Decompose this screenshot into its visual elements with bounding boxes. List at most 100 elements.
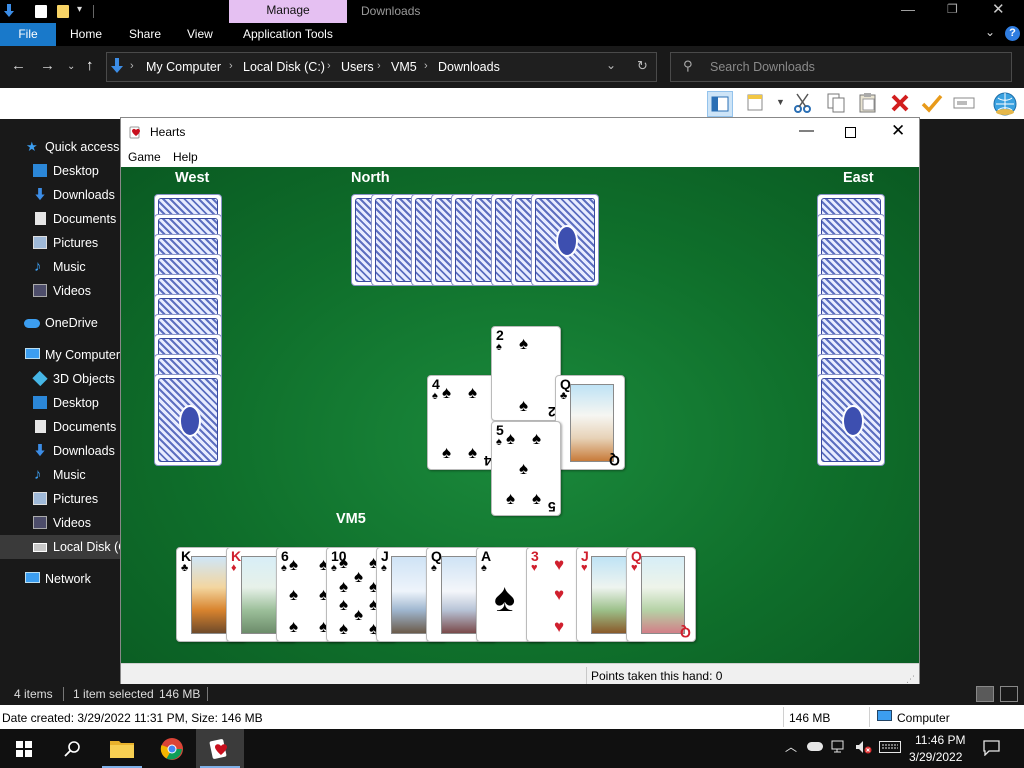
globe-icon[interactable] [992,91,1018,117]
menu-help[interactable]: Help [173,150,198,164]
document-icon [35,212,46,225]
nav-music[interactable]: ♪ Music [0,255,120,279]
nav-videos[interactable]: Videos [0,279,120,303]
nav-videos-2[interactable]: Videos [0,511,120,535]
nav-label: Music [53,468,86,482]
breadcrumb-separator-icon[interactable]: › [424,60,428,72]
breadcrumb-separator-icon[interactable]: › [377,60,381,72]
details-view-icon[interactable] [976,686,994,702]
breadcrumb-separator-icon[interactable]: › [327,60,331,72]
recent-locations-icon[interactable]: ⌄ [67,61,75,72]
hearts-close-icon[interactable]: ✕ [891,121,905,141]
hearts-taskbar-button[interactable] [196,729,244,768]
nav-downloads[interactable]: Downloads [0,183,120,207]
points-status: Points taken this hand: 0 [591,669,723,683]
breadcrumb-local-disk[interactable]: Local Disk (C:) [243,60,325,74]
tab-share[interactable]: Share [129,23,161,46]
nav-my-computer[interactable]: My Computer [0,343,120,367]
file-list-background [919,119,1024,684]
forward-arrow-icon[interactable]: → [40,57,55,74]
new-folder-icon[interactable] [57,5,69,18]
search-taskbar-button[interactable] [48,729,96,768]
hearts-minimize-icon[interactable]: — [799,122,814,139]
copy-icon[interactable] [825,92,847,114]
breadcrumb-users[interactable]: Users [341,60,374,74]
view-pane-button[interactable] [707,91,733,117]
tab-application-tools[interactable]: Application Tools [243,23,333,46]
spade-icon: ♠ [519,396,529,415]
checkmark-icon[interactable] [921,92,943,114]
customize-qat-icon[interactable]: ▾ [77,4,82,15]
menu-game[interactable]: Game [128,150,161,164]
card-suit-icon: ♦ [231,562,237,574]
file-explorer-taskbar-button[interactable] [98,729,146,768]
breadcrumb-separator-icon[interactable]: › [130,60,134,72]
notifications-icon[interactable] [983,740,1000,756]
nav-documents[interactable]: Documents [0,207,120,231]
status-divider [586,667,587,685]
clock-date[interactable]: 3/29/2022 [909,750,962,764]
start-button[interactable] [0,729,48,768]
nav-pictures-2[interactable]: Pictures [0,487,120,511]
breadcrumb-downloads[interactable]: Downloads [438,60,500,74]
help-icon[interactable]: ? [1005,26,1020,41]
large-icons-view-icon[interactable] [1000,686,1018,702]
tab-file[interactable]: File [0,23,56,46]
nav-local-disk[interactable]: Local Disk (C [0,535,120,559]
delete-icon[interactable] [889,92,911,114]
cube-icon [32,370,48,387]
breadcrumb-my-computer[interactable]: My Computer [146,60,221,74]
nav-quick-access[interactable]: ★ Quick access [0,135,120,159]
keyboard-icon[interactable] [879,741,901,753]
status-separator [207,687,208,701]
tab-view[interactable]: View [187,23,213,46]
up-arrow-icon[interactable]: ↑ [86,57,94,74]
explorer-close-icon[interactable]: ✕ [992,0,1005,18]
pip-icon: ♠ [289,617,299,636]
nav-downloads-2[interactable]: Downloads [0,439,120,463]
hearts-app-icon [209,739,227,759]
network-icon [25,572,40,583]
chrome-taskbar-button[interactable] [148,729,196,768]
card-suit-icon: ♥ [581,562,588,574]
trick-card-south: 5 ♠ ♠ ♠ ♠ ♠ ♠ 5 [491,421,561,516]
breadcrumb-vm5[interactable]: VM5 [391,60,417,74]
tab-home[interactable]: Home [70,23,102,46]
cut-icon[interactable] [792,92,814,114]
nav-documents-2[interactable]: Documents [0,415,120,439]
spade-icon: ♠ [532,429,542,448]
explorer-minimize-icon[interactable]: — [901,1,915,17]
rename-icon[interactable] [953,92,975,114]
address-dropdown-icon[interactable]: ⌄ [606,58,616,72]
nav-music-2[interactable]: ♪ Music [0,463,120,487]
paste-icon[interactable] [857,92,879,114]
preview-pane-icon [711,96,729,112]
drive-icon [33,543,47,552]
nav-pictures[interactable]: Pictures [0,231,120,255]
explorer-restore-icon[interactable]: ❐ [947,2,958,16]
nav-desktop-2[interactable]: Desktop [0,391,120,415]
manage-context-tab[interactable]: Manage [229,0,347,23]
network-tray-icon[interactable] [831,740,847,754]
nav-label: 3D Objects [53,372,115,386]
nav-3d-objects[interactable]: 3D Objects [0,367,120,391]
volume-muted-icon[interactable] [855,740,873,754]
back-arrow-icon[interactable]: ← [11,57,26,74]
pip-icon: ♥ [554,617,565,636]
ribbon-expand-icon[interactable]: ⌄ [985,25,995,39]
nav-network[interactable]: Network [0,567,120,591]
download-arrow-icon[interactable] [2,4,16,18]
new-note-dropdown-icon[interactable]: ▼ [776,97,785,107]
refresh-icon[interactable]: ↻ [637,58,648,74]
new-note-icon[interactable] [745,92,767,114]
nav-desktop[interactable]: Desktop [0,159,120,183]
pip-icon: ♠ [354,567,364,586]
hearts-maximize-icon[interactable] [845,127,856,138]
breadcrumb-separator-icon[interactable]: › [229,60,233,72]
hand-card[interactable]: Q ♥ Q [626,547,696,642]
show-hidden-icons[interactable]: ︿ [785,738,797,755]
properties-icon[interactable] [35,5,47,18]
clock-time[interactable]: 11:46 PM [915,733,965,747]
onedrive-tray-icon[interactable] [807,742,823,751]
nav-onedrive[interactable]: OneDrive [0,311,120,335]
